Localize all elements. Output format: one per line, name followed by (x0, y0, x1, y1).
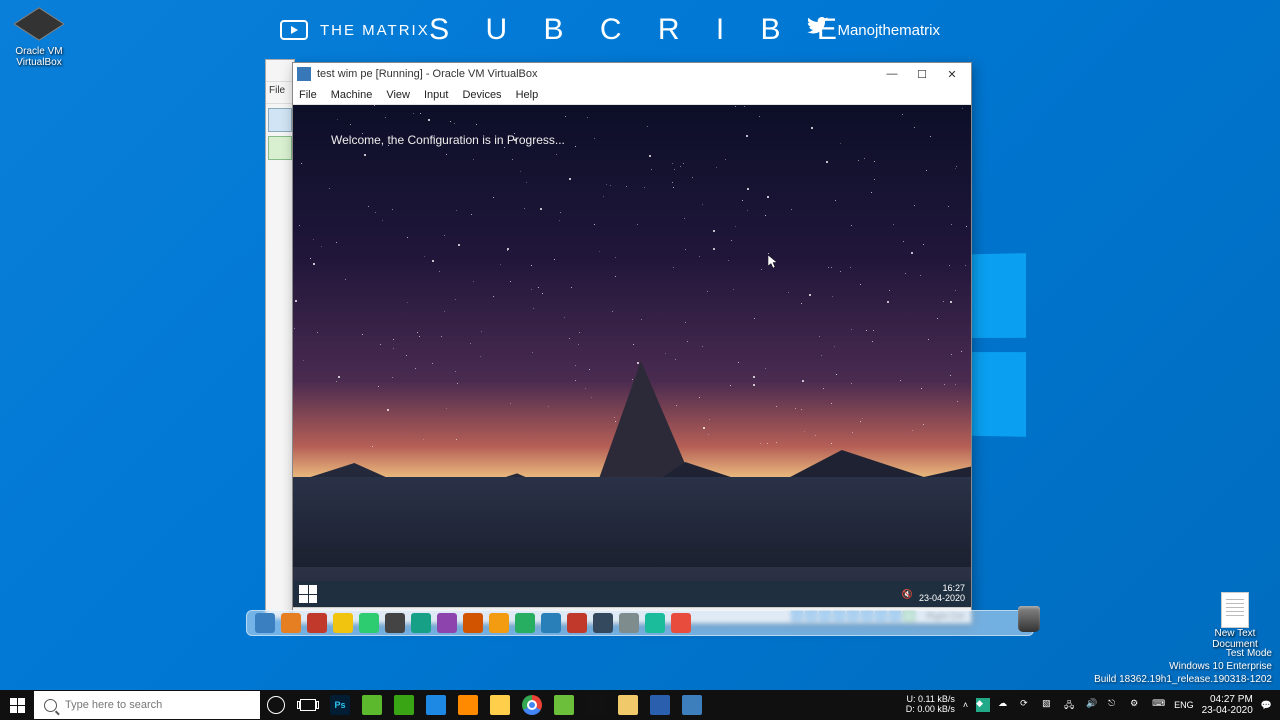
vm-menu-file[interactable]: File (299, 89, 317, 101)
taskbar-app-virtualbox[interactable] (644, 690, 676, 720)
virtualbox-manager-window[interactable]: File (265, 59, 295, 619)
dock-item-4[interactable] (359, 613, 379, 633)
tray-volume-icon[interactable]: 🔊 (1086, 698, 1100, 712)
vbox-mgr-vm-entry[interactable] (268, 136, 292, 160)
dock-item-16[interactable] (671, 613, 691, 633)
vm-window-icon (297, 67, 311, 81)
dock-item-7[interactable] (437, 613, 457, 633)
dock-item-15[interactable] (645, 613, 665, 633)
welcome-text: Welcome, the Configuration is in Progres… (331, 133, 565, 147)
guest-start-button[interactable] (299, 585, 317, 603)
dock-item-0[interactable] (255, 613, 275, 633)
dock-item-13[interactable] (593, 613, 613, 633)
tray-icon-8[interactable]: ⚙ (1130, 698, 1144, 712)
vm-titlebar[interactable]: test wim pe [Running] - Oracle VM Virtua… (293, 63, 971, 85)
notification-button[interactable]: 💬 (1261, 700, 1272, 711)
taskbar-app-cmd[interactable] (580, 690, 612, 720)
dock-item-10[interactable] (515, 613, 535, 633)
search-icon (44, 699, 57, 712)
dock-item-1[interactable] (281, 613, 301, 633)
cursor-icon (768, 255, 778, 269)
tray-keyboard-icon[interactable]: ⌨ (1152, 698, 1166, 712)
vm-menu-devices[interactable]: Devices (462, 89, 501, 101)
guest-clock[interactable]: 16:27 23-04-2020 (919, 584, 965, 604)
dock-item-9[interactable] (489, 613, 509, 633)
search-placeholder: Type here to search (65, 699, 162, 711)
taskbar-app-explorer[interactable] (484, 690, 516, 720)
desktop-icon-newtext[interactable]: New Text Document (1200, 592, 1270, 650)
tray-onedrive-icon[interactable]: ☁ (998, 698, 1012, 712)
vm-menu-help[interactable]: Help (516, 89, 539, 101)
wallpaper-mountain (293, 266, 971, 567)
vm-menu-input[interactable]: Input (424, 89, 448, 101)
close-button[interactable]: ✕ (937, 68, 967, 81)
guest-taskbar: 🔇 16:27 23-04-2020 (293, 581, 971, 607)
taskbar-app-camtasia-green[interactable] (356, 690, 388, 720)
guest-tray: 🔇 16:27 23-04-2020 (902, 584, 965, 604)
tray-chevron-up-icon[interactable]: ˄ (963, 700, 968, 710)
taskbar-app-photoshop[interactable]: Ps (324, 690, 356, 720)
taskbar-app-paint[interactable] (612, 690, 644, 720)
vm-menu-machine[interactable]: Machine (331, 89, 373, 101)
tray-icon-1[interactable]: ◆ (976, 698, 990, 712)
guest-volume-icon[interactable]: 🔇 (902, 589, 913, 600)
taskbar-apps: Ps (324, 690, 708, 720)
dock-item-8[interactable] (463, 613, 483, 633)
rocketdock[interactable] (246, 610, 1034, 636)
taskbar-app-chrome[interactable] (516, 690, 548, 720)
netspeed-indicator[interactable]: U: 0.11 kB/s D: 0.00 kB/s (906, 695, 955, 715)
dock-item-14[interactable] (619, 613, 639, 633)
text-file-icon (1221, 592, 1249, 628)
subscribe-label: S U B C R I B E (429, 13, 851, 47)
dock-item-3[interactable] (333, 613, 353, 633)
dock-item-2[interactable] (307, 613, 327, 633)
tray-icon-3[interactable]: ⟳ (1020, 698, 1034, 712)
vm-display[interactable]: Welcome, the Configuration is in Progres… (293, 105, 971, 607)
host-taskbar: Type here to search Ps U: 0.11 kB/s D: 0… (0, 690, 1280, 720)
windows-watermark: Test Mode Windows 10 Enterprise Build 18… (1094, 647, 1272, 686)
start-button[interactable] (0, 690, 34, 720)
cortana-button[interactable] (260, 690, 292, 720)
desktop-icon-virtualbox[interactable]: Oracle VM VirtualBox (4, 4, 74, 68)
youtube-channel-label: THE MATRIX (320, 22, 430, 39)
taskbar-app-utorrent[interactable] (388, 690, 420, 720)
vm-menubar: File Machine View Input Devices Help (293, 85, 971, 105)
vm-window-title: test wim pe [Running] - Oracle VM Virtua… (317, 68, 538, 80)
vbox-mgr-toolbar-icon[interactable] (268, 108, 292, 132)
twitter-handle-label: Manojthematrix (837, 22, 940, 39)
youtube-icon (280, 20, 308, 40)
tray-network-icon[interactable]: 🖧 (1064, 698, 1078, 712)
vbox-mgr-titlebar (266, 60, 294, 82)
search-box[interactable]: Type here to search (34, 691, 260, 719)
vbox-mgr-menu[interactable]: File (266, 82, 294, 104)
dock-item-11[interactable] (541, 613, 561, 633)
video-banner: THE MATRIX S U B C R I B E Manojthematri… (0, 14, 1280, 46)
task-view-button[interactable] (292, 690, 324, 720)
host-tray: U: 0.11 kB/s D: 0.00 kB/s ˄ ◆ ☁ ⟳ ▧ 🖧 🔊 … (906, 694, 1280, 716)
dock-item-5[interactable] (385, 613, 405, 633)
vm-menu-view[interactable]: View (386, 89, 410, 101)
tray-language[interactable]: ENG (1174, 700, 1194, 710)
maximize-button[interactable]: ☐ (907, 68, 937, 81)
tray-icon-4[interactable]: ▧ (1042, 698, 1056, 712)
taskbar-app-edge[interactable] (420, 690, 452, 720)
virtualbox-vm-window: test wim pe [Running] - Oracle VM Virtua… (292, 62, 972, 624)
taskbar-app-vbox-vm[interactable] (676, 690, 708, 720)
virtualbox-icon (19, 4, 59, 44)
dock-recycle-bin-icon[interactable] (1018, 606, 1040, 632)
minimize-button[interactable]: — (877, 68, 907, 81)
taskbar-app-everything[interactable] (452, 690, 484, 720)
dock-item-12[interactable] (567, 613, 587, 633)
taskbar-app-camtasia[interactable] (548, 690, 580, 720)
host-clock[interactable]: 04:27 PM 23-04-2020 (1202, 694, 1253, 716)
dock-item-6[interactable] (411, 613, 431, 633)
tray-icon-7[interactable]: ⎋ (1108, 698, 1122, 712)
